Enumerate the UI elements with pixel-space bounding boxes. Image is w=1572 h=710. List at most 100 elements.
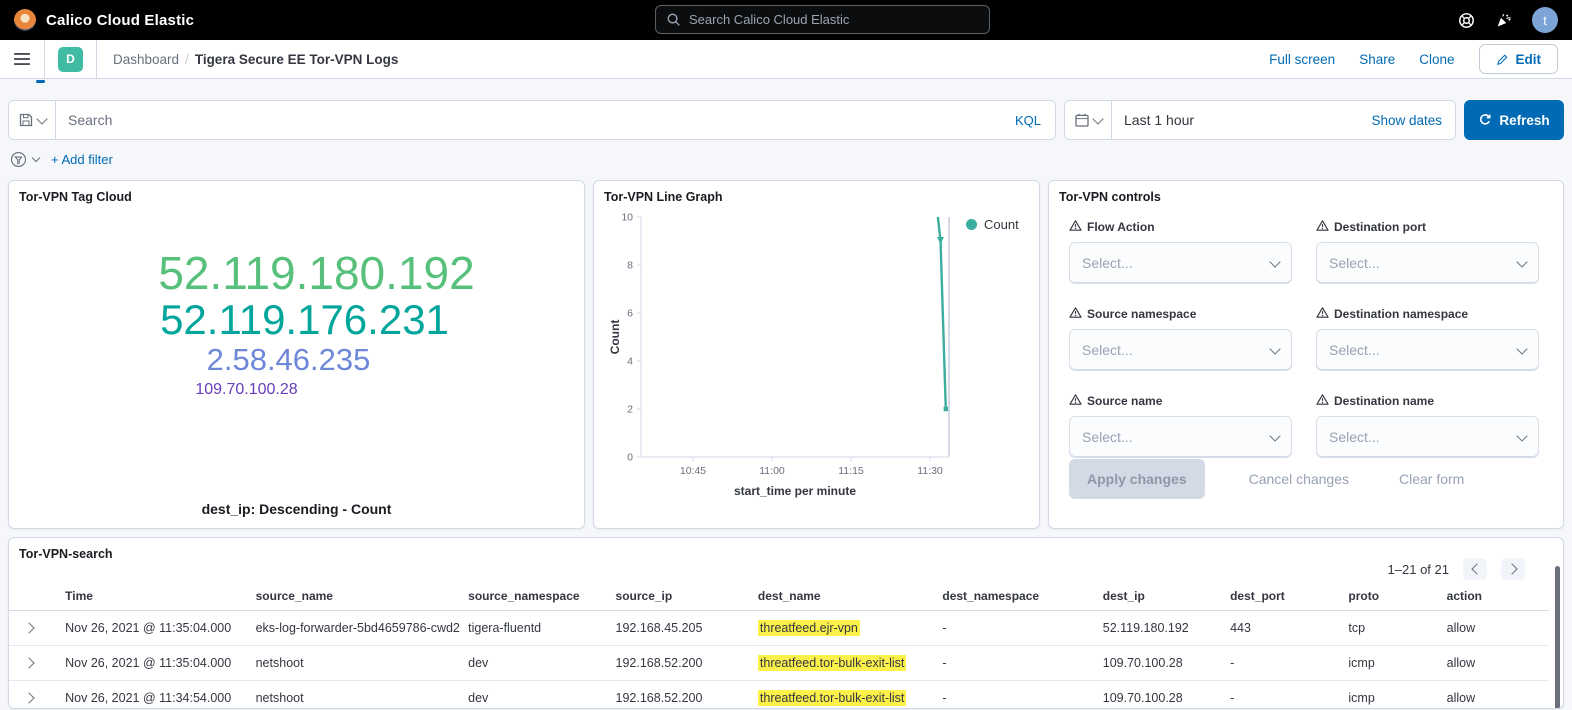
- app-title: Calico Cloud Elastic: [46, 12, 194, 29]
- control-field-label: Source name: [1087, 394, 1162, 408]
- global-search-placeholder: Search Calico Cloud Elastic: [689, 12, 849, 27]
- filter-menu-button[interactable]: [10, 151, 27, 168]
- control-field-label: Flow Action: [1087, 220, 1155, 234]
- table-cell: netshoot: [248, 681, 461, 710]
- help-icon[interactable]: [1458, 12, 1475, 29]
- query-placeholder: Search: [68, 112, 1015, 128]
- time-picker[interactable]: Last 1 hour Show dates: [1064, 100, 1456, 140]
- tag-cloud-caption: dest_ip: Descending - Count: [9, 501, 584, 517]
- line-graph-panel: Tor-VPN Line Graph 024681010:4511:0011:1…: [593, 180, 1040, 529]
- search-icon: [666, 12, 681, 27]
- column-header[interactable]: source_ip: [608, 584, 750, 611]
- select-placeholder: Select...: [1082, 429, 1133, 445]
- column-header[interactable]: dest_port: [1222, 584, 1340, 611]
- table-cell: dev: [460, 681, 607, 710]
- query-search-input[interactable]: Search KQL: [8, 100, 1056, 140]
- column-header[interactable]: dest_namespace: [934, 584, 1094, 611]
- table-cell: dev: [460, 646, 607, 681]
- brand[interactable]: Calico Cloud Elastic: [14, 9, 194, 31]
- table-row: Nov 26, 2021 @ 11:35:04.000eks-log-forwa…: [9, 611, 1549, 646]
- table-cell: 109.70.100.28: [1095, 646, 1222, 681]
- share-link[interactable]: Share: [1359, 52, 1395, 67]
- warning-icon: [1069, 393, 1082, 409]
- expand-row-icon[interactable]: [23, 622, 34, 633]
- table-cell: -: [934, 611, 1094, 646]
- news-icon[interactable]: [1495, 12, 1512, 29]
- column-header[interactable]: proto: [1340, 584, 1438, 611]
- tag-cloud-term[interactable]: 2.58.46.235: [207, 344, 371, 377]
- saved-query-button[interactable]: [9, 101, 56, 139]
- legend-label[interactable]: Count: [984, 217, 1019, 232]
- column-header[interactable]: dest_ip: [1095, 584, 1222, 611]
- chevron-down-icon: [1269, 430, 1280, 441]
- tag-cloud-term[interactable]: 52.119.180.192: [158, 249, 474, 298]
- tag-cloud-term[interactable]: 109.70.100.28: [195, 382, 297, 399]
- pagination: 1–21 of 21: [1388, 558, 1525, 580]
- global-search-input[interactable]: Search Calico Cloud Elastic: [655, 5, 990, 34]
- column-header[interactable]: action: [1439, 584, 1549, 611]
- table-cell: Nov 26, 2021 @ 11:34:54.000: [57, 681, 247, 710]
- column-header[interactable]: source_name: [248, 584, 461, 611]
- controls-panel: Tor-VPN controls Flow Action Select... Des…: [1048, 180, 1564, 529]
- clone-link[interactable]: Clone: [1419, 52, 1454, 67]
- add-filter-link[interactable]: + Add filter: [51, 152, 113, 167]
- select-input[interactable]: Select...: [1069, 416, 1292, 458]
- table-cell: Nov 26, 2021 @ 11:35:04.000: [57, 611, 247, 646]
- apply-changes-button[interactable]: Apply changes: [1069, 459, 1205, 499]
- tag-cloud-term[interactable]: 52.119.176.231: [160, 298, 449, 343]
- chevron-left-icon: [1471, 563, 1482, 574]
- user-avatar[interactable]: t: [1532, 7, 1558, 33]
- chevron-down-icon: [1516, 343, 1527, 354]
- calendar-button[interactable]: [1065, 101, 1112, 139]
- chevron-down-icon: [1269, 256, 1280, 267]
- breadcrumb-current: Tigera Secure EE Tor-VPN Logs: [195, 52, 399, 67]
- previous-page-button[interactable]: [1463, 558, 1487, 580]
- panel-title: Tor-VPN-search: [9, 538, 1563, 570]
- menu-button[interactable]: [0, 40, 45, 78]
- control-field-label: Destination namespace: [1334, 307, 1468, 321]
- select-input[interactable]: Select...: [1069, 329, 1292, 371]
- next-page-button[interactable]: [1501, 558, 1525, 580]
- column-header[interactable]: Time: [57, 584, 247, 611]
- results-table: Timesource_namesource_namespacesource_ip…: [9, 584, 1549, 709]
- show-dates-link[interactable]: Show dates: [1371, 113, 1442, 128]
- control-field-label: Source namespace: [1087, 307, 1196, 321]
- search-table-panel: Tor-VPN-search 1–21 of 21 Timesource_nam…: [8, 537, 1564, 709]
- chevron-down-icon: [36, 113, 47, 124]
- cancel-changes-button[interactable]: Cancel changes: [1243, 470, 1355, 488]
- table-cell: icmp: [1340, 646, 1438, 681]
- select-input[interactable]: Select...: [1069, 242, 1292, 284]
- select-input[interactable]: Select...: [1316, 242, 1539, 284]
- panel-title: Tor-VPN controls: [1049, 181, 1563, 213]
- svg-text:start_time per minute: start_time per minute: [734, 484, 856, 498]
- space-switcher[interactable]: D: [45, 40, 97, 78]
- column-header[interactable]: source_namespace: [460, 584, 607, 611]
- svg-text:4: 4: [627, 356, 633, 368]
- time-range-value[interactable]: Last 1 hour: [1124, 112, 1194, 128]
- pagination-label: 1–21 of 21: [1388, 562, 1449, 577]
- filter-icon: [10, 151, 27, 168]
- refresh-button[interactable]: Refresh: [1464, 100, 1564, 140]
- table-cell: -: [1222, 646, 1340, 681]
- select-placeholder: Select...: [1329, 429, 1380, 445]
- clear-form-button[interactable]: Clear form: [1393, 470, 1470, 488]
- table-cell: 192.168.52.200: [608, 681, 750, 710]
- svg-text:8: 8: [627, 260, 633, 272]
- edit-button[interactable]: Edit: [1479, 44, 1559, 74]
- select-input[interactable]: Select...: [1316, 416, 1539, 458]
- full-screen-link[interactable]: Full screen: [1269, 52, 1335, 67]
- kql-toggle[interactable]: KQL: [1015, 113, 1041, 128]
- svg-text:2: 2: [627, 404, 633, 416]
- breadcrumb-root[interactable]: Dashboard: [113, 52, 179, 67]
- scroll-indicator: [36, 80, 45, 83]
- expand-row-icon[interactable]: [23, 657, 34, 668]
- expand-row-icon[interactable]: [23, 692, 34, 703]
- table-scrollbar[interactable]: [1555, 566, 1560, 709]
- select-placeholder: Select...: [1329, 342, 1380, 358]
- space-badge: D: [58, 47, 83, 72]
- breadcrumb-bar: D Dashboard / Tigera Secure EE Tor-VPN L…: [0, 40, 1572, 79]
- svg-text:11:00: 11:00: [759, 465, 785, 477]
- select-input[interactable]: Select...: [1316, 329, 1539, 371]
- warning-icon: [1069, 219, 1082, 235]
- column-header[interactable]: dest_name: [750, 584, 934, 611]
